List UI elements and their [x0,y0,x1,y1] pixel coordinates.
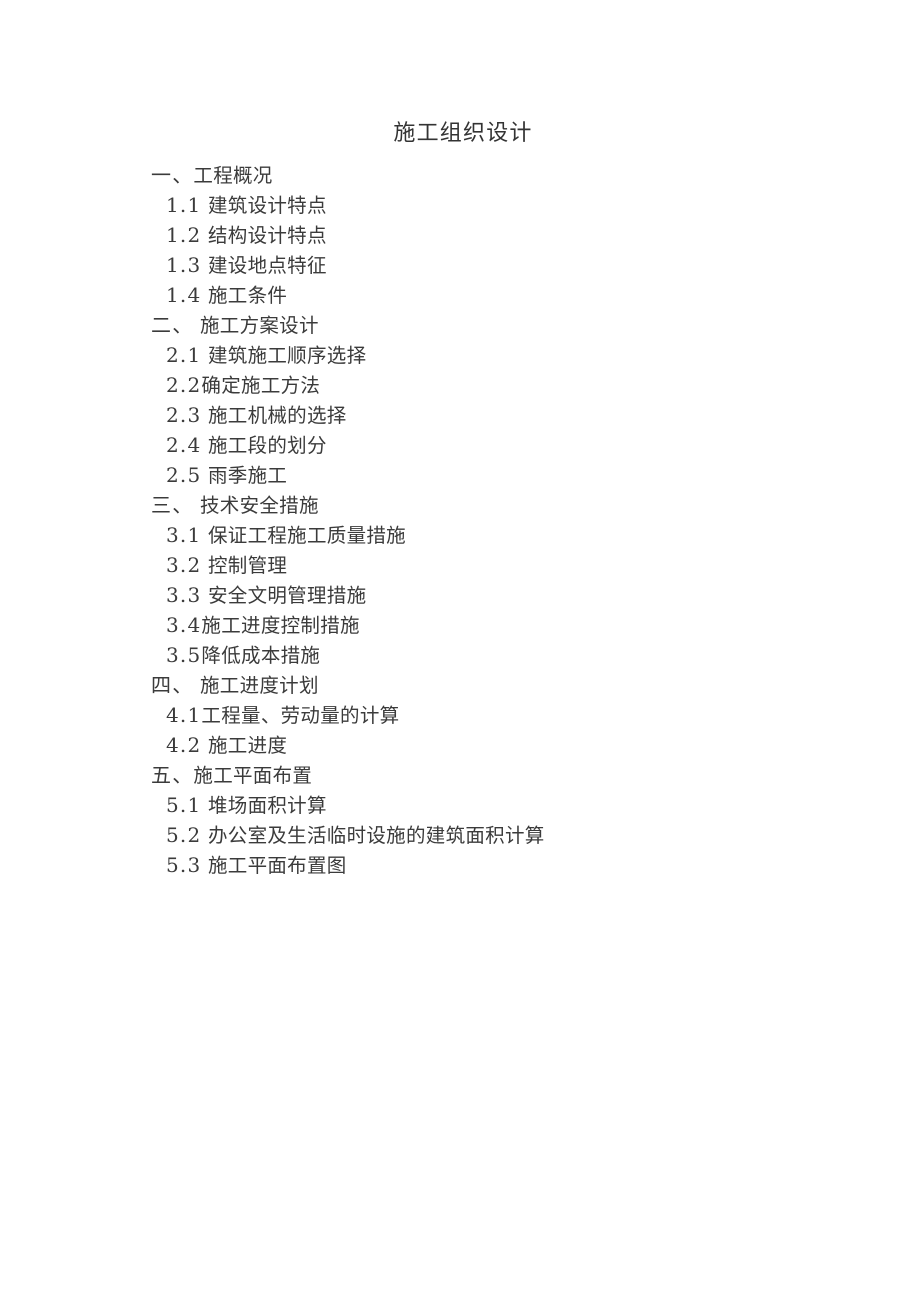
toc-entry-label: 雨季施工 [207,464,288,487]
toc-entry-number: 1.4 [166,283,202,307]
document-title: 施工组织设计 [0,118,920,149]
toc-entry-number: 五、 [151,763,194,787]
document-title-text: 施工组织设计 [393,121,533,146]
toc-entry-label: 保证工程施工质量措施 [207,524,406,547]
toc-entry[interactable]: 3.5降低成本措施 [0,640,920,670]
toc-entry-label: 工程概况 [193,164,273,187]
toc-entry[interactable]: 二、 施工方案设计 [0,310,920,340]
toc-entry-label: 施工平面布置图 [207,854,347,877]
toc-entry-number: 1.3 [166,253,202,277]
document-page: 施工组织设计 一、工程概况 1.1 建筑设计特点 1.2 结构设计特点 1.3 建设地… [0,0,920,1302]
toc-entry-label: 建筑施工顺序选择 [207,344,367,367]
toc-entry-number: 二、 [151,313,194,337]
toc-entry-number: 1.2 [166,223,202,247]
toc-entry-label: 施工方案设计 [199,314,319,337]
toc-entry-number: 3.2 [166,553,202,577]
toc-entry-label: 堆场面积计算 [207,794,327,817]
toc-entry[interactable]: 2.3 施工机械的选择 [0,400,920,430]
toc-entry[interactable]: 1.3 建设地点特征 [0,250,920,280]
toc-entry[interactable]: 1.1 建筑设计特点 [0,190,920,220]
toc-entry-number: 4.1 [166,703,202,727]
toc-entry-label: 建设地点特征 [207,254,327,277]
toc-entry-label: 安全文明管理措施 [207,584,367,607]
toc-entry[interactable]: 5.3 施工平面布置图 [0,850,920,880]
toc-entry-label: 施工进度计划 [199,674,319,697]
toc-entry-label: 工程量、劳动量的计算 [201,704,400,727]
toc-entry-number: 3.3 [166,583,202,607]
toc-entry-label: 建筑设计特点 [207,194,327,217]
toc-entry[interactable]: 4.1工程量、劳动量的计算 [0,700,920,730]
toc-entry[interactable]: 2.2确定施工方法 [0,370,920,400]
toc-entry-label: 施工条件 [207,284,288,307]
toc-entry-label: 结构设计特点 [207,224,327,247]
toc-entry-label: 施工段的划分 [207,434,327,457]
toc-entry-number: 3.1 [166,523,202,547]
toc-entry-label: 技术安全措施 [199,494,319,517]
toc-entry-number: 3.4 [166,613,202,637]
toc-entry-number: 三、 [151,493,194,517]
toc-entry-label: 办公室及生活临时设施的建筑面积计算 [207,824,545,847]
toc-entry-number: 一、 [151,163,194,187]
toc-entry[interactable]: 三、 技术安全措施 [0,490,920,520]
toc-entry[interactable]: 4.2 施工进度 [0,730,920,760]
toc-entry-number: 2.4 [166,433,202,457]
toc-entry-number: 3.5 [166,643,202,667]
toc-entry[interactable]: 2.5 雨季施工 [0,460,920,490]
toc-entry-label: 施工机械的选择 [207,404,347,427]
toc-entry-number: 5.2 [166,823,202,847]
toc-entry-number: 2.1 [166,343,202,367]
toc-entry-number: 2.2 [166,373,202,397]
toc-entry[interactable]: 四、 施工进度计划 [0,670,920,700]
toc-entry-label: 控制管理 [207,554,288,577]
toc-entry-number: 5.1 [166,793,202,817]
toc-entry[interactable]: 1.4 施工条件 [0,280,920,310]
toc-entry-number: 5.3 [166,853,202,877]
toc-entry[interactable]: 五、施工平面布置 [0,760,920,790]
toc-entry-label: 施工平面布置 [193,764,313,787]
toc-entry-number: 2.5 [166,463,202,487]
toc-entry-label: 确定施工方法 [201,374,321,397]
toc-entry[interactable]: 2.4 施工段的划分 [0,430,920,460]
toc-entry[interactable]: 5.1 堆场面积计算 [0,790,920,820]
toc-entry[interactable]: 3.3 安全文明管理措施 [0,580,920,610]
toc-entry[interactable]: 2.1 建筑施工顺序选择 [0,340,920,370]
toc-entry-number: 四、 [151,673,194,697]
toc-entry[interactable]: 3.4施工进度控制措施 [0,610,920,640]
toc-entry-label: 施工进度控制措施 [201,614,360,637]
toc-entry[interactable]: 5.2 办公室及生活临时设施的建筑面积计算 [0,820,920,850]
toc-entry[interactable]: 3.1 保证工程施工质量措施 [0,520,920,550]
toc-entry[interactable]: 一、工程概况 [0,160,920,190]
toc-entry-label: 施工进度 [207,734,288,757]
toc-entry-number: 1.1 [166,193,202,217]
table-of-contents: 一、工程概况 1.1 建筑设计特点 1.2 结构设计特点 1.3 建设地点特征 1.4 … [0,160,920,880]
toc-entry-label: 降低成本措施 [201,644,321,667]
toc-entry-number: 2.3 [166,403,202,427]
toc-entry[interactable]: 1.2 结构设计特点 [0,220,920,250]
toc-entry[interactable]: 3.2 控制管理 [0,550,920,580]
toc-entry-number: 4.2 [166,733,202,757]
